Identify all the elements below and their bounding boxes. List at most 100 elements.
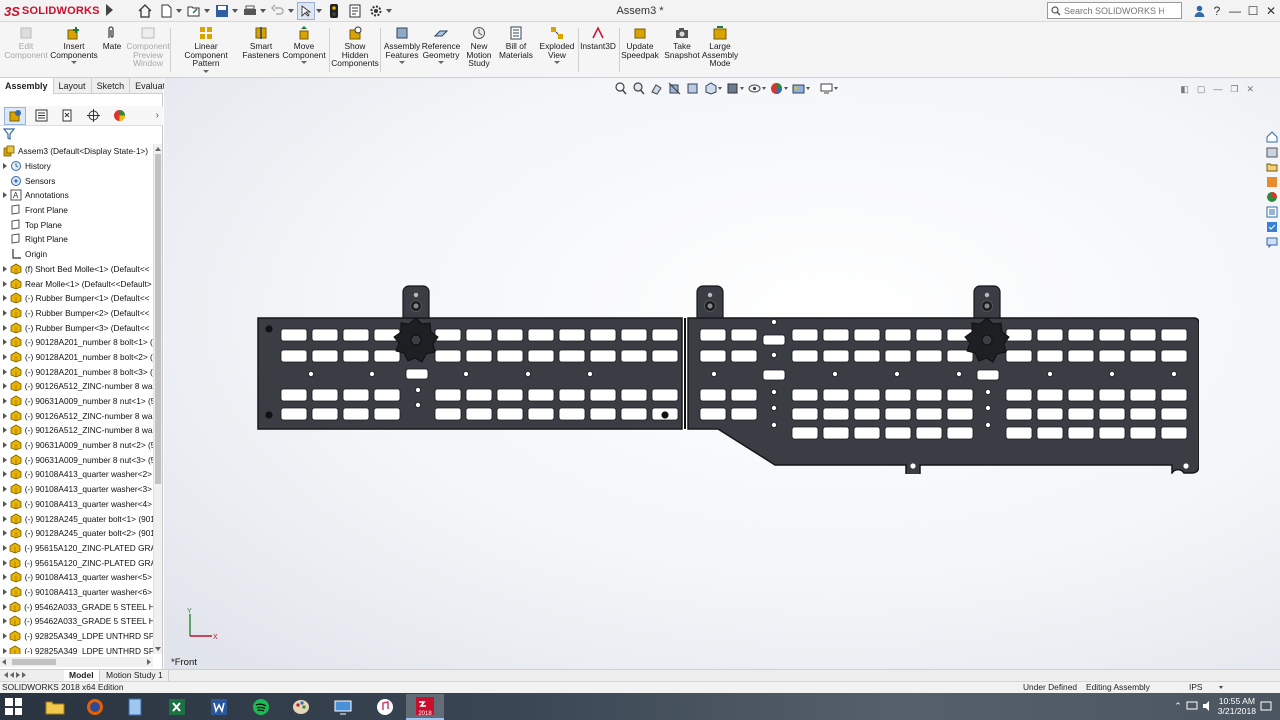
paint-icon[interactable] [282, 694, 320, 720]
notepad-icon[interactable] [116, 694, 154, 720]
scroll-left-arrow-icon[interactable] [2, 659, 6, 665]
unit-system-selector[interactable]: IPS [1189, 682, 1203, 693]
excel-icon[interactable] [158, 694, 196, 720]
tree-item[interactable]: (-) 90126A512_ZINC-number 8 was [0, 423, 153, 438]
word-icon[interactable] [200, 694, 238, 720]
assembly-features-dropdown-icon[interactable] [399, 61, 405, 65]
display-style-dropdown-icon[interactable] [740, 87, 744, 90]
tab-model[interactable]: Model [64, 670, 100, 681]
expand-arrow-icon[interactable] [0, 544, 9, 551]
remote-desktop-icon[interactable] [324, 694, 362, 720]
tree-item[interactable]: (-) 90631A009_number 8 nut<2> (5 [0, 438, 153, 453]
tab-sketch[interactable]: Sketch [92, 78, 131, 94]
reference-geometry-button[interactable]: Reference Geometry [422, 26, 460, 65]
new-document-icon[interactable] [157, 2, 175, 20]
open-dropdown-arrow-icon[interactable] [204, 9, 210, 13]
notification-chevron-icon[interactable]: ⌃ [1174, 701, 1182, 712]
zoom-to-fit-icon[interactable] [613, 81, 628, 96]
display-manager-icon[interactable] [108, 107, 130, 125]
expand-arrow-icon[interactable] [0, 163, 10, 170]
new-motion-study-button[interactable]: New Motion Study [463, 26, 495, 68]
configuration-manager-icon[interactable] [56, 107, 78, 125]
options-dropdown-arrow-icon[interactable] [386, 9, 392, 13]
tree-item[interactable]: (-) 90128A245_quater bolt<2> (901 [0, 526, 153, 541]
reference-geometry-dropdown-icon[interactable] [438, 61, 444, 65]
scroll-right-arrow-icon[interactable] [147, 659, 151, 665]
tree-item[interactable]: (-) Rubber Bumper<2> (Default<< [0, 306, 153, 321]
custom-properties-icon[interactable] [1266, 205, 1279, 218]
spotify-icon[interactable] [242, 694, 280, 720]
solidworks-forum-icon[interactable] [1266, 220, 1279, 233]
expand-arrow-icon[interactable] [0, 633, 9, 640]
tree-item[interactable]: (-) 90108A413_quarter washer<2> ( [0, 467, 153, 482]
tree-item[interactable]: History [0, 159, 153, 174]
expand-arrow-icon[interactable] [0, 471, 10, 478]
action-center-icon[interactable] [1260, 701, 1272, 711]
tree-horizontal-scrollbar[interactable] [0, 657, 153, 667]
expand-arrow-icon[interactable] [0, 515, 10, 522]
assembly-features-button[interactable]: Assembly Features [383, 26, 421, 65]
expand-arrow-icon[interactable] [0, 309, 10, 316]
tree-item[interactable]: (-) 90631A009_number 8 nut<3> (5 [0, 452, 153, 467]
assembly-model-front-view[interactable] [254, 284, 1199, 474]
bill-of-materials-button[interactable]: Bill of Materials [498, 26, 534, 59]
edit-appearance-dropdown-icon[interactable] [784, 87, 788, 90]
previous-view-icon[interactable] [649, 81, 664, 96]
panel-expand-arrow-icon[interactable]: › [156, 110, 159, 121]
feature-manager-icon[interactable] [4, 106, 26, 125]
expand-arrow-icon[interactable] [0, 530, 10, 537]
short-bed-molle-panel[interactable] [257, 317, 683, 430]
tree-item[interactable]: (-) Rubber Bumper<3> (Default<< [0, 320, 153, 335]
tree-item[interactable]: (-) 90126A512_ZINC-number 8 was [0, 408, 153, 423]
tree-item[interactable]: (-) 90108A413_quarter washer<6> ( [0, 585, 153, 600]
user-account-icon[interactable] [1190, 0, 1208, 22]
expand-arrow-icon[interactable] [0, 486, 10, 493]
exploded-view-dropdown-icon[interactable] [554, 61, 560, 65]
expand-arrow-icon[interactable] [0, 574, 10, 581]
tree-item[interactable]: (-) 90128A201_number 8 bolt<1> ( [0, 335, 153, 350]
zoom-area-icon[interactable] [631, 81, 646, 96]
view-settings-icon[interactable] [819, 81, 834, 96]
exploded-view-button[interactable]: Exploded View [537, 26, 577, 65]
undo-dropdown-arrow-icon[interactable] [288, 9, 294, 13]
tree-item[interactable]: (f) Short Bed Molle<1> (Default<< [0, 262, 153, 277]
edit-component-button[interactable]: Edit Component [4, 26, 48, 59]
tab-first-arrow-icon[interactable] [4, 672, 8, 678]
hide-show-dropdown-icon[interactable] [762, 87, 766, 90]
show-hidden-components-button[interactable]: Show Hidden Components [331, 26, 379, 68]
tree-item[interactable]: (-) 92825A349_LDPE UNTHRD SPA( [0, 629, 153, 644]
resources-icon[interactable] [1266, 130, 1279, 143]
expand-arrow-icon[interactable] [0, 265, 10, 272]
viewport-close-icon[interactable]: ✕ [1246, 84, 1254, 95]
linear-pattern-dropdown-icon[interactable] [203, 69, 209, 73]
minimize-button[interactable]: — [1226, 0, 1244, 22]
expand-arrow-icon[interactable] [0, 500, 10, 507]
tree-item[interactable]: (-) 90108A413_quarter washer<5> ( [0, 570, 153, 585]
move-component-button[interactable]: Move Component [282, 26, 326, 65]
save-icon[interactable] [213, 2, 231, 20]
dimxpert-icon[interactable] [82, 107, 104, 125]
view-orientation-dropdown-icon[interactable] [718, 87, 722, 90]
rebuild-traffic-light-icon[interactable] [325, 2, 343, 20]
tab-prev-arrow-icon[interactable] [10, 672, 14, 678]
view-palette-icon[interactable] [1266, 175, 1279, 188]
tree-item[interactable]: Front Plane [0, 203, 153, 218]
tree-item[interactable]: (-) 90108A413_quarter washer<3> ( [0, 482, 153, 497]
file-explorer-icon[interactable] [36, 694, 74, 720]
help-search-input[interactable] [1064, 5, 1164, 16]
mounting-tab-left[interactable] [402, 285, 430, 319]
update-speedpak-button[interactable]: Update Speedpak [621, 26, 659, 59]
expand-arrow-icon[interactable] [0, 427, 10, 434]
expand-arrow-icon[interactable] [0, 559, 9, 566]
tree-root[interactable]: Assem3 (Default<Display State-1>) [0, 144, 153, 159]
mate-button[interactable]: Mate [100, 26, 124, 51]
tree-item[interactable]: (-) 90128A201_number 8 bolt<2> ( [0, 350, 153, 365]
network-icon[interactable] [1186, 701, 1198, 711]
tree-item[interactable]: (-) 90108A413_quarter washer<4> ( [0, 497, 153, 512]
tree-item[interactable]: (-) Rubber Bumper<1> (Default<< [0, 291, 153, 306]
tree-item[interactable]: Origin [0, 247, 153, 262]
file-properties-icon[interactable] [346, 2, 364, 20]
home-icon[interactable] [136, 2, 154, 20]
tab-last-arrow-icon[interactable] [22, 672, 26, 678]
insert-components-button[interactable]: Insert Components [50, 26, 98, 65]
